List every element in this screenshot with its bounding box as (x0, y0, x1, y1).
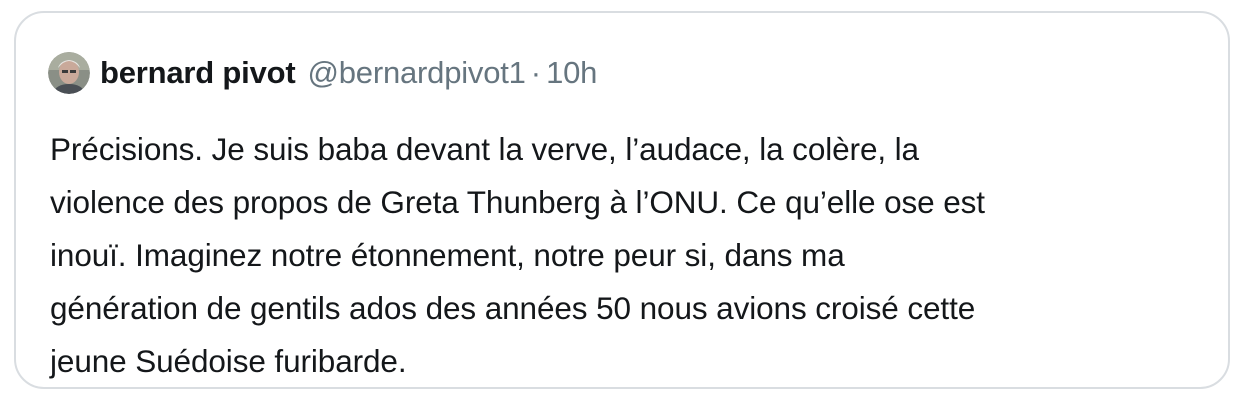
quoted-tweet-card[interactable]: bernard pivot @bernardpivot1 · 10h Préci… (14, 11, 1230, 389)
tweet-text: Précisions. Je suis baba devant la verve… (50, 123, 1210, 388)
page: bernard pivot @bernardpivot1 · 10h Préci… (0, 0, 1248, 411)
author-name[interactable]: bernard pivot (100, 55, 296, 91)
header-separator: · (530, 55, 542, 90)
tweet-text-line: violence des propos de Greta Thunberg à … (50, 184, 985, 220)
tweet-text-line: Précisions. Je suis baba devant la verve… (50, 131, 919, 167)
author-handle[interactable]: @bernardpivot1 (307, 55, 525, 91)
tweet-timestamp[interactable]: 10h (546, 55, 597, 91)
tweet-text-line: inouï. Imaginez notre étonnement, notre … (50, 237, 845, 273)
user-avatar-photo[interactable] (48, 52, 90, 94)
tweet-text-line: jeune Suédoise furibarde. (50, 343, 407, 379)
tweet-text-line: génération de gentils ados des années 50… (50, 290, 976, 326)
tweet-header: bernard pivot @bernardpivot1 · 10h (48, 51, 597, 95)
